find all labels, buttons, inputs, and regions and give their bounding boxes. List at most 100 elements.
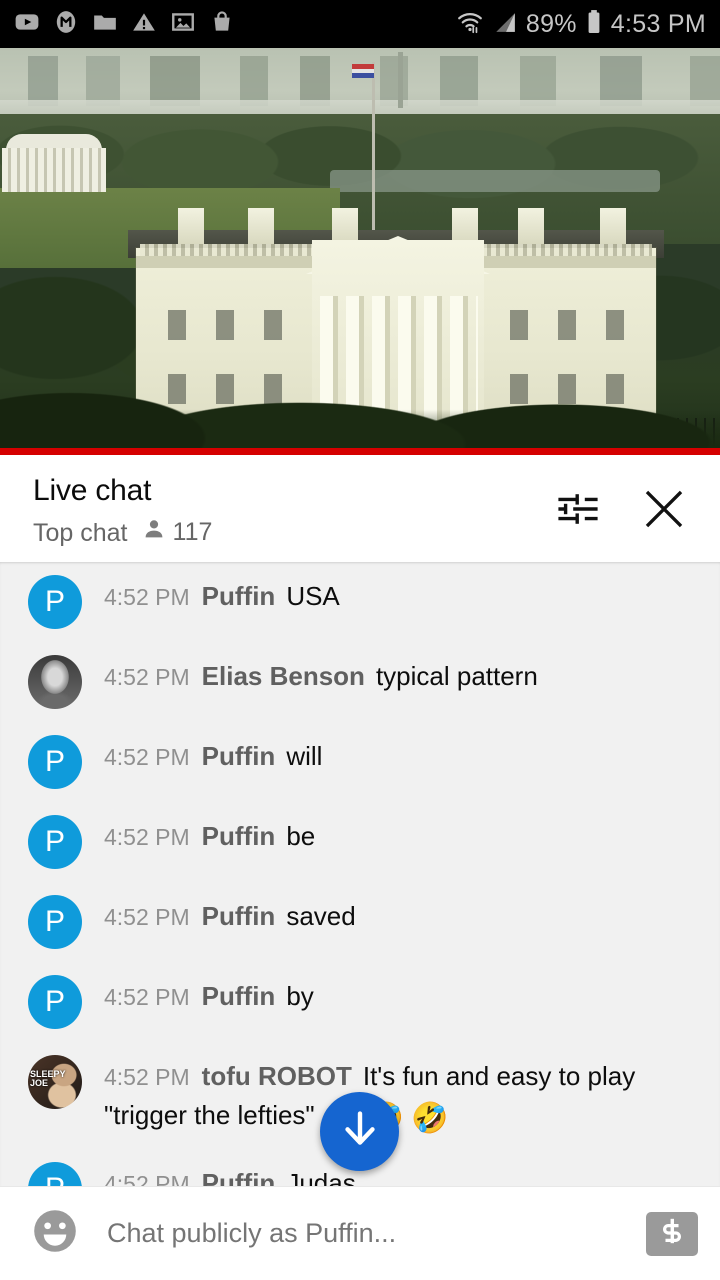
message-author[interactable]: Puffin xyxy=(202,981,276,1011)
avatar[interactable]: P xyxy=(28,975,82,1029)
super-chat-button[interactable] xyxy=(646,1211,698,1256)
window xyxy=(606,310,624,340)
message-author[interactable]: Puffin xyxy=(202,821,276,851)
clock-label: 4:53 PM xyxy=(610,9,706,38)
avatar[interactable]: P xyxy=(28,895,82,949)
message-timestamp: 4:52 PM xyxy=(104,584,190,610)
arrow-down-icon xyxy=(338,1107,382,1156)
video-progress-bar[interactable] xyxy=(0,448,720,455)
message-timestamp: 4:52 PM xyxy=(104,744,190,770)
avatar-letter: P xyxy=(44,985,65,1018)
close-icon xyxy=(639,484,689,539)
message-timestamp: 4:52 PM xyxy=(104,664,190,690)
status-notification-icons xyxy=(14,9,235,40)
message-text: Judas xyxy=(286,1168,356,1186)
message-author[interactable]: Puffin xyxy=(202,1168,276,1186)
jefferson-memorial-columns xyxy=(2,148,106,192)
message-timestamp: 4:52 PM xyxy=(104,1171,190,1186)
avatar[interactable]: P xyxy=(28,575,82,629)
avatar[interactable]: P xyxy=(28,815,82,869)
message-body: 4:52 PM Puffin Judas xyxy=(104,1160,356,1186)
dollar-icon xyxy=(655,1214,689,1253)
chat-input-bar xyxy=(0,1186,720,1280)
shopping-bag-icon xyxy=(209,9,235,40)
message-text: USA xyxy=(286,581,340,611)
chat-message-row[interactable]: P 4:52 PM Puffin will xyxy=(0,722,720,802)
message-timestamp: 4:52 PM xyxy=(104,904,190,930)
battery-icon xyxy=(586,9,602,40)
chat-message-row[interactable]: P 4:52 PM Puffin by xyxy=(0,962,720,1042)
chimney xyxy=(600,208,626,244)
avatar-letter: P xyxy=(45,1172,65,1186)
folder-icon xyxy=(92,9,118,40)
avatar-letter: P xyxy=(44,825,65,858)
emoji-smiley-icon xyxy=(29,1205,81,1262)
youtube-live-chat-screen: 89% 4:53 PM Live chat Top chat 117 P 4:5… xyxy=(0,0,720,1280)
message-timestamp: 4:52 PM xyxy=(104,1064,190,1090)
message-author[interactable]: Elias Benson xyxy=(202,661,365,691)
chat-message-row[interactable]: P 4:52 PM Puffin be xyxy=(0,802,720,882)
chimney xyxy=(248,208,274,244)
avatar[interactable] xyxy=(28,655,82,709)
message-body: 4:52 PM tofu ROBOT It's fun and easy to pl… xyxy=(104,1053,702,1138)
message-author[interactable]: tofu ROBOT xyxy=(202,1061,352,1091)
viewer-count-label: 117 xyxy=(172,518,213,546)
wifi-icon xyxy=(456,9,484,40)
avatar[interactable]: P xyxy=(28,735,82,789)
message-body: 4:52 PM Puffin will xyxy=(104,733,322,776)
page-title: Live chat xyxy=(33,474,152,507)
viewer-count: 117 xyxy=(142,517,213,548)
chat-header-titles: Live chat Top chat 117 xyxy=(0,455,212,548)
person-icon xyxy=(142,517,166,548)
warning-icon xyxy=(131,9,157,40)
close-chat-button[interactable] xyxy=(636,483,692,539)
chat-message-row[interactable]: P 4:52 PM Puffin USA xyxy=(0,562,720,642)
message-body: 4:52 PM Puffin USA xyxy=(104,573,340,616)
message-timestamp: 4:52 PM xyxy=(104,824,190,850)
window xyxy=(264,310,282,340)
window xyxy=(216,310,234,340)
chat-header-actions xyxy=(550,455,720,539)
message-author[interactable]: Puffin xyxy=(202,581,276,611)
chimney xyxy=(518,208,544,244)
m-app-icon xyxy=(53,9,79,40)
avatar-overlay-label: SLEEPY JOE xyxy=(30,1069,66,1088)
chat-header-subtitle-row: Top chat 117 xyxy=(33,517,212,548)
live-chat-header: Live chat Top chat 117 xyxy=(0,455,720,562)
avatar-letter: P xyxy=(44,585,65,618)
message-body: 4:52 PM Elias Benson typical pattern xyxy=(104,653,538,696)
scroll-to-bottom-button[interactable] xyxy=(320,1092,399,1171)
potomac-river xyxy=(330,170,660,192)
control-tower xyxy=(398,52,403,108)
image-icon xyxy=(170,9,196,40)
status-bar: 89% 4:53 PM xyxy=(0,0,720,48)
window xyxy=(558,310,576,340)
message-body: 4:52 PM Puffin saved xyxy=(104,893,356,936)
message-text: will xyxy=(286,741,323,771)
chat-message-row[interactable]: P 4:52 PM Puffin saved xyxy=(0,882,720,962)
avatar[interactable]: P xyxy=(28,1162,82,1186)
emoji-picker-button[interactable] xyxy=(28,1207,82,1261)
chat-settings-button[interactable] xyxy=(550,483,606,539)
window xyxy=(510,310,528,340)
avatar[interactable]: SLEEPY JOE xyxy=(28,1055,82,1109)
battery-percent-label: 89% xyxy=(525,9,577,38)
message-text: typical pattern xyxy=(375,661,538,691)
window xyxy=(168,310,186,340)
message-author[interactable]: Puffin xyxy=(202,741,276,771)
avatar-letter: P xyxy=(44,745,65,778)
message-text: by xyxy=(286,981,314,1011)
chat-message-input[interactable] xyxy=(107,1218,646,1249)
message-body: 4:52 PM Puffin by xyxy=(104,973,314,1016)
message-text: saved xyxy=(286,901,356,931)
chat-mode-label[interactable]: Top chat xyxy=(33,519,128,547)
tune-icon xyxy=(554,485,602,538)
cell-signal-icon xyxy=(493,10,517,39)
chimney xyxy=(178,208,204,244)
american-flag xyxy=(352,64,374,78)
youtube-icon xyxy=(14,9,40,40)
video-player[interactable] xyxy=(0,48,720,448)
chat-message-row[interactable]: 4:52 PM Elias Benson typical pattern xyxy=(0,642,720,722)
status-system-icons: 89% 4:53 PM xyxy=(456,9,706,40)
message-author[interactable]: Puffin xyxy=(202,901,276,931)
